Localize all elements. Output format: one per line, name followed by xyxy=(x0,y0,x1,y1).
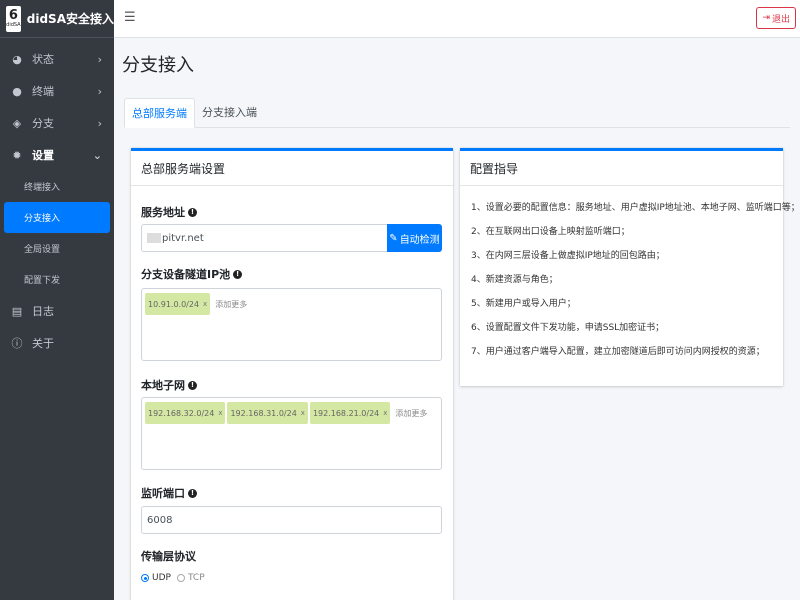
sidebar-subitem-config-push[interactable]: 配置下发 xyxy=(0,264,114,295)
ip-pool-tag-input[interactable]: 10.91.0.0/24 x 添加更多 xyxy=(141,288,442,361)
guide-step: 6、设置配置文件下发功能，申请SSL加密证书； xyxy=(471,323,665,333)
config-guide-card: 配置指导 1、设置必要的配置信息：服务地址、用户虚拟IP地址池、本地子网、监听端… xyxy=(460,148,800,386)
tab-branch-client[interactable]: 分支接入端 xyxy=(195,98,264,128)
local-subnet-tag-input[interactable]: 192.168.32.0/24 x 192.168.31.0/24 x 192.… xyxy=(141,397,442,470)
udp-label: UDP xyxy=(152,573,171,583)
card-title: 配置指导 xyxy=(460,151,783,186)
guide-step: 5、新建用户或导入用户； xyxy=(471,299,576,309)
sidebar-nav: ◕ 状态 › ● 终端 › ◈ 分支 › ✹ 设置 ⌄ 终端接入 分支接入 全局… xyxy=(0,38,114,359)
tcp-radio[interactable] xyxy=(176,574,185,582)
shield-icon: ◈ xyxy=(12,116,22,130)
remove-tag-icon[interactable]: x xyxy=(301,409,305,417)
sidebar-item-about[interactable]: ⓘ 关于 xyxy=(0,327,114,359)
guide-steps: 1、设置必要的配置信息：服务地址、用户虚拟IP地址池、本地子网、监听端口等； 2… xyxy=(460,186,800,374)
brand-logo-sub: didSA xyxy=(6,22,21,28)
local-subnet-label: 本地子网 ! xyxy=(141,377,197,393)
listen-port-label: 监听端口 ! xyxy=(141,485,197,501)
top-header: ☰ ⇥ 退出 xyxy=(114,0,800,38)
menu-toggle-icon[interactable]: ☰ xyxy=(124,10,136,25)
ip-pool-tag: 10.91.0.0/24 x xyxy=(145,293,211,315)
sign-out-icon: ⇥ xyxy=(762,13,770,23)
server-address-input[interactable]: pitvr.net xyxy=(141,224,387,252)
sidebar-item-branch[interactable]: ◈ 分支 › xyxy=(0,107,114,139)
brand-logo-number: 6 xyxy=(8,8,18,23)
guide-step: 2、在互联网出口设备上映射监听端口； xyxy=(471,227,630,237)
sidebar-item-label: 状态 xyxy=(32,53,54,66)
subnet-tag: 192.168.32.0/24 x xyxy=(145,402,226,424)
tcp-label: TCP xyxy=(187,573,205,583)
listen-port-value: 6008 xyxy=(147,514,173,526)
sidebar-item-status[interactable]: ◕ 状态 › xyxy=(0,43,114,75)
sidebar-subitem-branch-access[interactable]: 分支接入 xyxy=(4,202,110,233)
tab-bar: 总部服务端 分支接入端 xyxy=(124,98,790,128)
add-more-input[interactable]: 添加更多 xyxy=(395,402,427,424)
logout-button[interactable]: ⇥ 退出 xyxy=(756,7,796,29)
brand[interactable]: 6 didSA didSA安全接入 xyxy=(0,0,114,38)
chevron-right-icon: › xyxy=(97,84,102,98)
sidebar-subitem-global-settings[interactable]: 全局设置 xyxy=(0,233,114,264)
magic-wand-icon: ✎ xyxy=(389,232,398,244)
sidebar-item-label: 分支 xyxy=(32,117,54,130)
info-icon[interactable]: ! xyxy=(188,380,197,390)
hq-server-settings-card: 总部服务端设置 服务地址 ! pitvr.net ✎ 自动检测 分支设备隧道IP… xyxy=(131,148,453,600)
remove-tag-icon[interactable]: x xyxy=(383,409,387,417)
remove-tag-icon[interactable]: x xyxy=(218,409,222,417)
tab-hq-server[interactable]: 总部服务端 xyxy=(124,98,195,128)
ip-pool-label: 分支设备隧道IP池 ! xyxy=(141,266,243,282)
protocol-label-text: 传输层协议 xyxy=(141,550,196,563)
users-icon: ● xyxy=(12,84,22,98)
redacted-block xyxy=(147,233,161,243)
guide-step: 4、新建资源与角色； xyxy=(471,275,558,285)
sidebar-item-terminal[interactable]: ● 终端 › xyxy=(0,75,114,107)
main-content: 分支接入 总部服务端 分支接入端 总部服务端设置 服务地址 ! pitvr.ne… xyxy=(114,38,800,600)
remove-tag-icon[interactable]: x xyxy=(203,300,207,308)
subnet-tag: 192.168.21.0/24 x xyxy=(309,402,391,424)
protocol-radio-group: UDP TCP xyxy=(141,573,211,583)
listen-port-label-text: 监听端口 xyxy=(141,487,185,500)
info-icon[interactable]: ! xyxy=(233,269,243,279)
card-title: 总部服务端设置 xyxy=(131,151,453,186)
info-icon: ⓘ xyxy=(11,337,23,350)
protocol-label: 传输层协议 xyxy=(141,548,196,564)
page-title: 分支接入 xyxy=(122,55,194,76)
tag-label: 10.91.0.0/24 xyxy=(148,299,200,309)
add-more-input[interactable]: 添加更多 xyxy=(215,293,247,315)
sidebar: 6 didSA didSA安全接入 ◕ 状态 › ● 终端 › ◈ 分支 › ✹… xyxy=(0,0,114,600)
listen-port-input[interactable]: 6008 xyxy=(141,506,442,534)
ip-pool-label-text: 分支设备隧道IP池 xyxy=(141,268,231,281)
sidebar-item-log[interactable]: ▤ 日志 xyxy=(0,295,114,327)
chevron-down-icon: ⌄ xyxy=(92,148,102,162)
log-icon: ▤ xyxy=(11,304,23,318)
sidebar-item-label: 终端 xyxy=(32,85,54,98)
server-address-label-text: 服务地址 xyxy=(141,206,185,219)
chevron-right-icon: › xyxy=(97,116,102,130)
server-address-row: pitvr.net ✎ 自动检测 xyxy=(141,224,442,252)
guide-step: 7、用户通过客户端导入配置，建立加密隧道后即可访问内网授权的资源； xyxy=(471,347,765,357)
chevron-right-icon: › xyxy=(97,52,102,66)
dashboard-icon: ◕ xyxy=(12,52,22,66)
tag-label: 192.168.21.0/24 xyxy=(312,408,380,418)
brand-logo: 6 didSA xyxy=(6,5,21,32)
tag-label: 192.168.31.0/24 xyxy=(230,408,297,418)
sidebar-item-label: 设置 xyxy=(32,149,54,162)
info-icon[interactable]: ! xyxy=(188,207,197,217)
auto-detect-label: 自动检测 xyxy=(399,234,440,246)
sidebar-item-settings[interactable]: ✹ 设置 ⌄ xyxy=(0,139,114,171)
subnet-tag: 192.168.31.0/24 x xyxy=(227,402,308,424)
sidebar-item-label: 关于 xyxy=(32,337,54,350)
sidebar-subitem-terminal-access[interactable]: 终端接入 xyxy=(0,171,114,202)
gear-icon: ✹ xyxy=(12,148,22,162)
server-address-value: pitvr.net xyxy=(162,232,204,244)
brand-name: didSA安全接入 xyxy=(26,12,114,26)
tag-label: 192.168.32.0/24 xyxy=(148,408,215,418)
info-icon[interactable]: ! xyxy=(188,488,197,498)
auto-detect-button[interactable]: ✎ 自动检测 xyxy=(387,224,442,252)
guide-step: 3、在内网三层设备上做虚拟IP地址的回包路由； xyxy=(471,251,665,261)
local-subnet-label-text: 本地子网 xyxy=(141,379,185,392)
sidebar-item-label: 日志 xyxy=(32,305,54,318)
server-address-label: 服务地址 ! xyxy=(141,204,197,220)
udp-radio[interactable] xyxy=(141,574,149,582)
logout-label: 退出 xyxy=(771,14,790,25)
guide-step: 1、设置必要的配置信息：服务地址、用户虚拟IP地址池、本地子网、监听端口等； xyxy=(471,203,800,213)
